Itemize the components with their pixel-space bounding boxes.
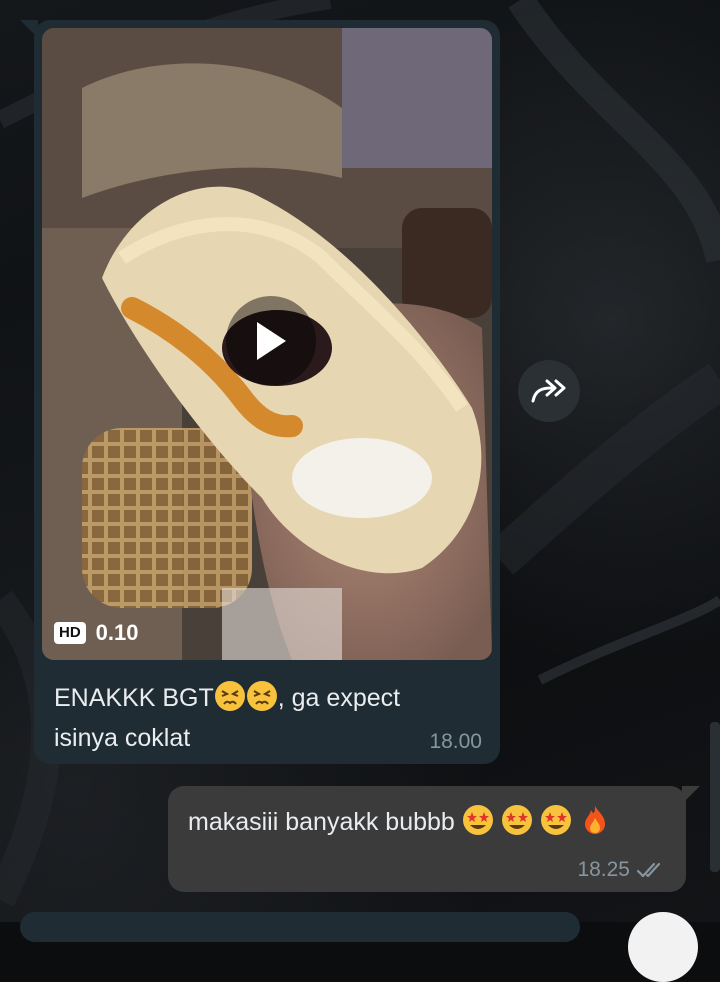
forward-icon (531, 379, 566, 403)
incoming-message-bubble[interactable]: HD 0.10 ENAKKK BGT , ga expect isinya cok… (20, 20, 500, 764)
play-icon (257, 322, 286, 360)
video-duration: 0.10 (95, 620, 139, 645)
bubble-tail (682, 786, 700, 804)
caption-text-end: , ga expect (277, 684, 401, 712)
message-timestamp: 18.00 (429, 730, 482, 753)
star-struck-emoji (540, 805, 571, 835)
bubble-tail (20, 20, 38, 38)
double-check-icon (636, 862, 661, 878)
video-meta: HD 0.10 (54, 620, 139, 646)
play-button[interactable] (226, 296, 316, 386)
message-text-content: makasiii banyakk bubbb (188, 808, 455, 836)
forward-button[interactable] (518, 360, 580, 422)
caption-text-start: ENAKKK BGT (54, 684, 214, 712)
outgoing-message-bubble[interactable]: makasiii banyakk bubbb 18.25 (168, 786, 700, 892)
message-text: makasiii banyakk bubbb (188, 804, 611, 840)
message-caption: ENAKKK BGT , ga expect isinya coklat (54, 678, 474, 758)
caption-text-line2: isinya coklat (54, 724, 191, 752)
fire-emoji (584, 806, 605, 834)
persevering-face-emoji (214, 681, 245, 711)
message-timestamp: 18.25 (577, 858, 630, 881)
scrollbar[interactable] (710, 722, 720, 872)
hd-badge: HD (54, 622, 86, 644)
star-struck-emoji (501, 805, 532, 835)
persevering-face-emoji (246, 681, 277, 711)
star-struck-emoji (462, 805, 493, 835)
video-thumbnail[interactable]: HD 0.10 (42, 28, 492, 660)
message-meta: 18.25 (577, 858, 668, 882)
message-input[interactable] (20, 912, 580, 942)
send-button[interactable] (628, 912, 698, 982)
